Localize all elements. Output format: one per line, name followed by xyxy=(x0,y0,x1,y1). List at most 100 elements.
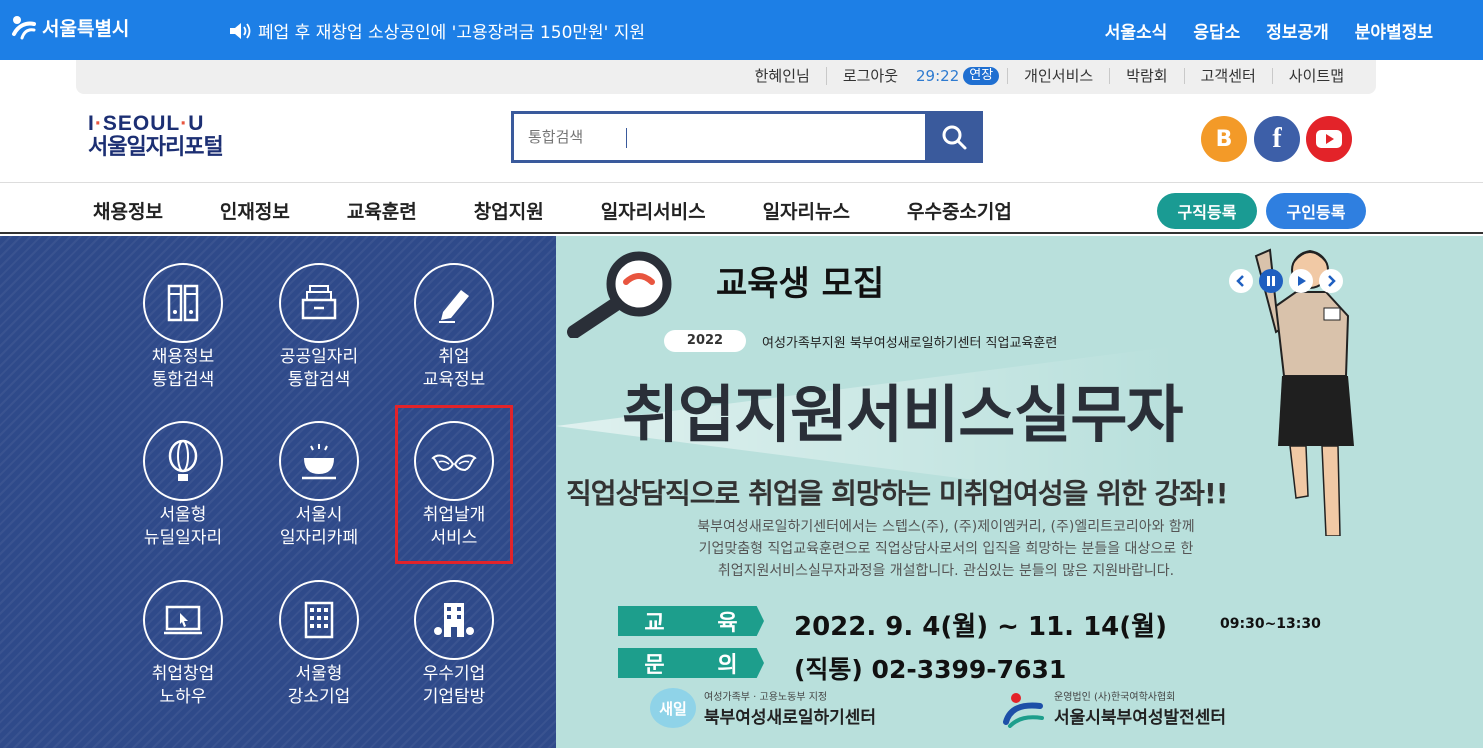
banner-body-text: 북부여성새로일하기센터에서는 스텝스(주), (주)제이엠커리, (주)엘리트코… xyxy=(636,516,1256,582)
balloon-icon xyxy=(168,439,198,481)
session-timer: 29:22 xyxy=(916,67,960,85)
tile-job-training-info[interactable]: 취업 교육정보 xyxy=(394,263,514,392)
tile-label-1: 취업창업 xyxy=(151,664,215,684)
wordmark-seoul: SEOUL xyxy=(102,112,181,135)
banner-body-line: 취업지원서비스실무자과정을 개설합니다. 관심있는 분들의 많은 지원바랍니다. xyxy=(717,563,1175,579)
banner-course-name: 취업지원서비스실무자 xyxy=(622,378,1183,451)
building-icon xyxy=(304,601,334,639)
facebook-icon: f xyxy=(1272,123,1282,154)
play-slide-button[interactable] xyxy=(1289,269,1313,293)
tile-label-2: 통합검색 xyxy=(151,370,215,390)
binder-icon xyxy=(167,284,199,322)
inquiry-phone: (직통) 02-3399-7631 xyxy=(794,655,1067,684)
tile-label-2: 기업탐방 xyxy=(422,687,486,707)
tag-char: 교 xyxy=(644,611,665,636)
org2-operator: 운영법인 (사)한국여학사협회 xyxy=(1054,692,1176,703)
tag-char: 문 xyxy=(644,653,665,678)
education-time: 09:30~13:30 xyxy=(1220,616,1321,632)
seoul-city-logo[interactable]: 서울특별시 xyxy=(8,12,129,42)
customer-center-link[interactable]: 고객센터 xyxy=(1183,68,1272,84)
top-nav-info-disclosure[interactable]: 정보공개 xyxy=(1266,18,1329,43)
file-box-icon xyxy=(301,285,337,320)
pause-slide-button[interactable] xyxy=(1259,269,1283,293)
user-name: 한혜인님 xyxy=(754,67,810,85)
nav-sme[interactable]: 우수중소기업 xyxy=(907,197,1012,224)
seoul-logo-text: 서울특별시 xyxy=(42,17,130,40)
inquiry-tag: 문의 xyxy=(618,648,764,678)
session-group: 로그아웃 29:22 연장 xyxy=(825,67,1007,85)
tile-label-1: 서울형 xyxy=(159,505,207,525)
youtube-button[interactable] xyxy=(1306,116,1352,162)
notice-ticker[interactable]: 폐업 후 재창업 소상공인에 '고용장려금 150만원' 지원 xyxy=(228,18,645,43)
blog-icon: B xyxy=(1215,126,1233,152)
top-bar: 서울특별시 폐업 후 재창업 소상공인에 '고용장려금 150만원' 지원 서울… xyxy=(0,0,1483,60)
tile-company-visit[interactable]: 우수기업 기업탐방 xyxy=(394,580,514,709)
personal-service-link[interactable]: 개인서비스 xyxy=(1007,68,1109,84)
job-fair-link[interactable]: 박람회 xyxy=(1109,68,1183,84)
banner-description: 직업상담직으로 취업을 희망하는 미취업여성을 위한 강좌!! xyxy=(566,477,1229,510)
utility-bar: 한혜인님 로그아웃 29:22 연장 개인서비스 박람회 고객센터 사이트맵 xyxy=(76,60,1376,94)
org-logo-women-center: 운영법인 (사)한국여학사협회 서울시북부여성발전센터 xyxy=(1000,688,1226,728)
tile-label-2: 강소기업 xyxy=(287,687,351,707)
education-tag: 교육 xyxy=(618,606,764,636)
i-seoul-u-wordmark: I·SEOUL·U xyxy=(88,112,205,135)
org2-name: 서울시북부여성발전센터 xyxy=(1054,708,1227,728)
promo-banner[interactable]: 교육생 모집 2022 여성가족부지원 북부여성새로일하기센터 직업교육훈련 취… xyxy=(556,236,1483,748)
magnifier-icon xyxy=(567,251,672,338)
tile-label-2: 뉴딜일자리 xyxy=(143,528,223,548)
banner-year-badge: 2022 xyxy=(664,330,746,352)
cafe-cup-icon xyxy=(302,444,336,480)
prev-slide-button[interactable] xyxy=(1229,269,1253,293)
tile-label-2: 노하우 xyxy=(159,687,207,707)
top-nav-field-info[interactable]: 분야별정보 xyxy=(1355,18,1433,43)
extend-session-button[interactable]: 연장 xyxy=(963,67,1000,85)
facebook-button[interactable]: f xyxy=(1254,116,1300,162)
recruiter-register-button[interactable]: 구인등록 xyxy=(1266,193,1366,229)
nav-job-news[interactable]: 일자리뉴스 xyxy=(763,197,850,224)
nav-startup[interactable]: 창업지원 xyxy=(474,197,544,224)
wordmark-i: I xyxy=(88,112,95,135)
tile-label-1: 서울시 xyxy=(295,505,343,525)
tile-label-2: 일자리카페 xyxy=(279,528,359,548)
top-nav: 서울소식 응답소 정보공개 분야별정보 xyxy=(1105,18,1433,43)
pen-icon xyxy=(439,290,469,323)
nav-job-service[interactable]: 일자리서비스 xyxy=(601,197,706,224)
banner-body-line: 북부여성새로일하기센터에서는 스텝스(주), (주)제이엠커리, (주)엘리트코… xyxy=(697,519,1195,535)
tile-job-startup-knowhow[interactable]: 취업창업노하우 xyxy=(123,580,243,709)
tile-seoul-newdeal-jobs[interactable]: 서울형뉴딜일자리 xyxy=(123,421,243,550)
text-cursor xyxy=(626,128,627,148)
top-nav-seoul-news[interactable]: 서울소식 xyxy=(1105,18,1168,43)
slide-controls xyxy=(1229,269,1343,293)
tile-job-cafe[interactable]: 서울시일자리카페 xyxy=(259,421,379,550)
company-building-icon xyxy=(434,603,474,637)
tile-label-1: 공공일자리 xyxy=(279,347,359,367)
chevron-left-icon xyxy=(1236,275,1244,287)
play-icon xyxy=(1298,276,1306,286)
job-seeker-register-button[interactable]: 구직등록 xyxy=(1157,193,1257,229)
search-icon xyxy=(942,125,967,150)
next-slide-button[interactable] xyxy=(1319,269,1343,293)
tile-public-job-search[interactable]: 공공일자리 통합검색 xyxy=(259,263,379,392)
portal-name: 서울일자리포털 xyxy=(88,135,224,160)
seoul-symbol-icon xyxy=(12,16,36,40)
nav-job-info[interactable]: 채용정보 xyxy=(93,197,163,224)
tile-strong-sme[interactable]: 서울형강소기업 xyxy=(259,580,379,709)
computer-cursor-icon xyxy=(164,605,202,635)
logout-link[interactable]: 로그아웃 xyxy=(843,68,898,84)
seoul-job-portal-logo[interactable]: I·SEOUL·U 서울일자리포털 xyxy=(88,112,224,162)
pause-icon xyxy=(1267,276,1275,286)
blog-button[interactable]: B xyxy=(1201,116,1247,162)
nav-training[interactable]: 교육훈련 xyxy=(347,197,417,224)
tag-char: 육 xyxy=(717,611,738,636)
women-center-logo-icon xyxy=(1003,693,1044,728)
tile-label-1: 취업 xyxy=(438,347,470,367)
top-nav-response[interactable]: 응답소 xyxy=(1193,18,1240,43)
search-input[interactable] xyxy=(528,124,918,150)
search-button[interactable] xyxy=(925,111,983,163)
tile-job-search[interactable]: 채용정보 통합검색 xyxy=(123,263,243,392)
nav-talent-info[interactable]: 인재정보 xyxy=(220,197,290,224)
search-box xyxy=(511,111,983,163)
sitemap-link[interactable]: 사이트맵 xyxy=(1271,68,1360,84)
tile-label-1: 서울형 xyxy=(295,664,343,684)
saeil-logo: 새일 xyxy=(650,688,696,728)
